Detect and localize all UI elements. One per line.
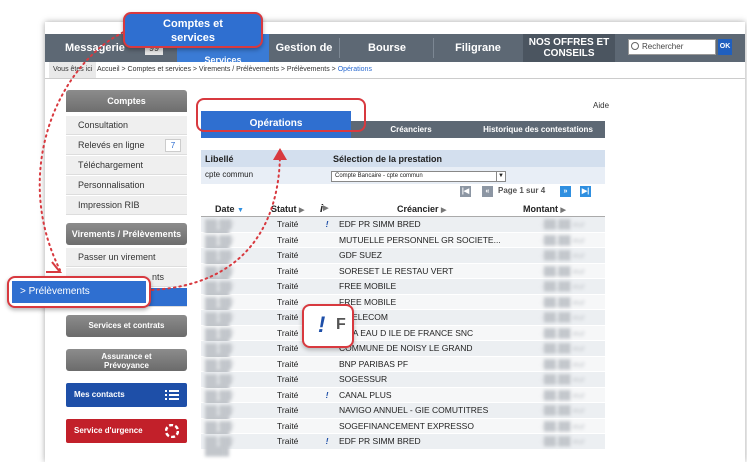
callout-comptes-line1: Comptes et — [163, 18, 223, 30]
callout-prelevements: > Prélèvements — [7, 276, 151, 308]
callout-info-marker: ! F — [302, 304, 354, 348]
tutorial-arrows — [38, 29, 287, 291]
callout-info-letter: F — [336, 316, 346, 333]
callout-comptes-line2: services — [170, 32, 216, 44]
tutorial-screenshot: Messagerie 99 Services Gestion de budget… — [0, 0, 747, 462]
info-exclamation-icon: ! — [318, 312, 326, 337]
callout-comptes-services: Comptes et services — [123, 12, 263, 48]
callout-prelevements-label: > Prélèvements — [12, 281, 146, 303]
arrowhead — [273, 148, 287, 160]
callout-operations-tab — [196, 98, 366, 132]
arrow-comptes-to-prelevements — [38, 29, 129, 271]
arrow-prelevements-to-operations — [151, 151, 281, 291]
